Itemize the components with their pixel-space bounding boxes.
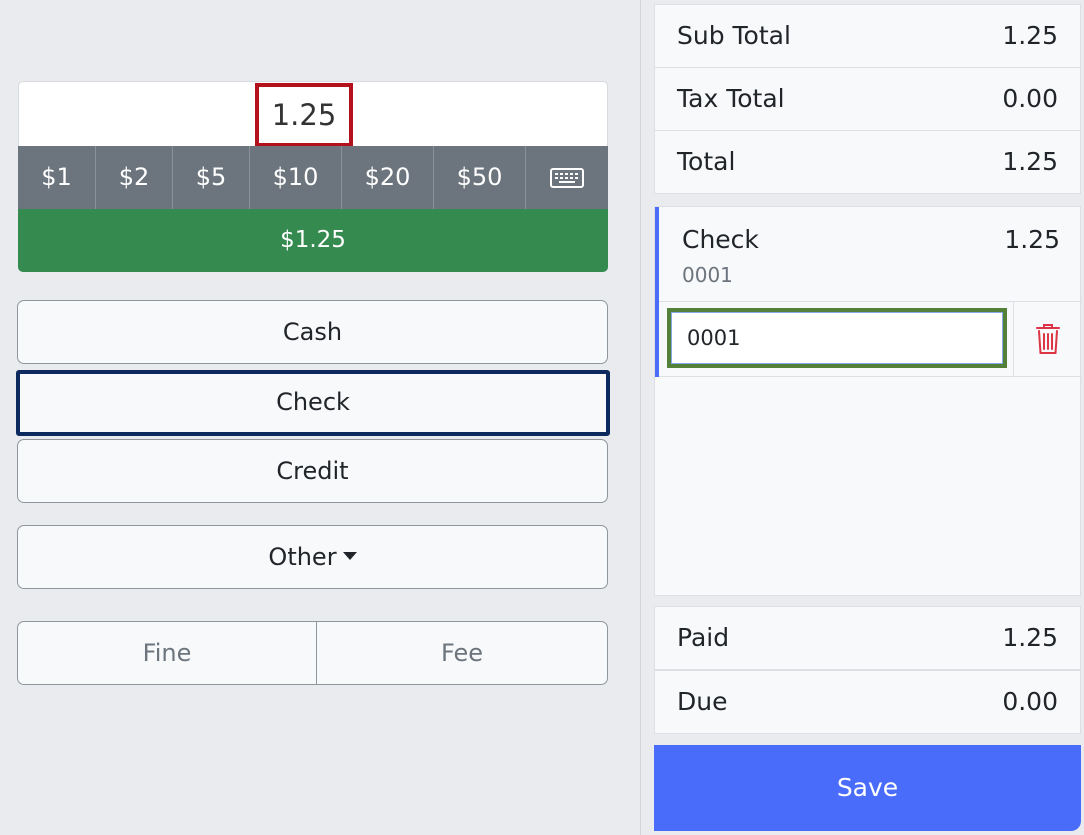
tax-total-value: 0.00 (1002, 84, 1058, 113)
tax-total-label: Tax Total (677, 84, 785, 113)
caret-down-icon (342, 552, 357, 560)
other-dropdown-button[interactable]: Other (17, 525, 608, 589)
trash-icon (1036, 324, 1060, 354)
payments-list: Check 1.25 0001 (654, 206, 1082, 596)
cash-button[interactable]: Cash (17, 300, 608, 364)
payment-reference: 0001 (682, 263, 733, 287)
quick-amount-20-button[interactable]: $20 (342, 146, 434, 209)
payment-entry-panel: 1.25 $1 $2 $5 $10 $20 $50 $1.25 Cash Che… (0, 0, 640, 835)
quick-amount-row: $1 $2 $5 $10 $20 $50 (18, 146, 608, 209)
total-row: Total 1.25 (654, 130, 1081, 194)
fee-button[interactable]: Fee (317, 622, 607, 684)
paid-label: Paid (677, 623, 730, 652)
credit-button[interactable]: Credit (17, 439, 608, 503)
quick-amount-5-button[interactable]: $5 (173, 146, 250, 209)
other-label: Other (268, 543, 337, 571)
tax-total-row: Tax Total 0.00 (654, 67, 1081, 131)
quick-amount-2-button[interactable]: $2 (96, 146, 173, 209)
check-button[interactable]: Check (16, 370, 610, 436)
payment-method-label: Check (682, 225, 759, 254)
subtotal-value: 1.25 (1002, 21, 1058, 50)
paid-value: 1.25 (1002, 623, 1058, 652)
quick-amount-1-button[interactable]: $1 (18, 146, 96, 209)
subtotal-label: Sub Total (677, 21, 791, 50)
fine-button[interactable]: Fine (18, 622, 317, 684)
quick-amount-50-button[interactable]: $50 (434, 146, 526, 209)
exact-amount-button[interactable]: $1.25 (18, 209, 608, 272)
keyboard-icon (550, 167, 584, 188)
summary-panel: Sub Total 1.25 Tax Total 0.00 Total 1.25… (641, 0, 1084, 835)
due-value: 0.00 (1002, 687, 1058, 716)
check-number-input[interactable] (667, 308, 1007, 368)
payment-entry: Check 1.25 0001 (655, 207, 1082, 377)
amount-input[interactable]: 1.25 (255, 83, 353, 147)
payment-amount: 1.25 (1004, 225, 1060, 254)
payment-edit-row (659, 301, 1082, 377)
due-row: Due 0.00 (654, 670, 1081, 734)
total-label: Total (677, 147, 736, 176)
quick-amount-10-button[interactable]: $10 (250, 146, 342, 209)
total-value: 1.25 (1002, 147, 1058, 176)
due-label: Due (677, 687, 728, 716)
paid-row: Paid 1.25 (654, 606, 1081, 670)
keyboard-button[interactable] (526, 146, 608, 209)
subtotal-row: Sub Total 1.25 (654, 4, 1081, 68)
save-button[interactable]: Save (654, 745, 1081, 831)
fine-fee-group: Fine Fee (17, 621, 608, 685)
delete-payment-button[interactable] (1013, 302, 1082, 376)
